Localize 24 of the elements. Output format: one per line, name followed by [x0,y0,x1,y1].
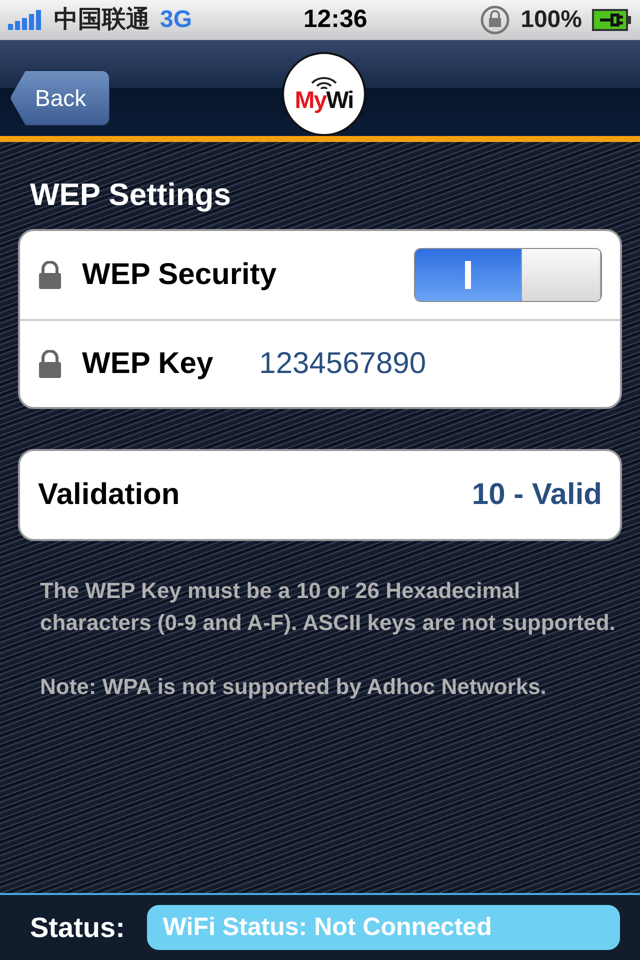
rotation-lock-icon [478,4,511,36]
carrier-name: 中国联通 [54,5,150,35]
wifi-waves-icon [309,75,339,89]
note-text: Note: WPA is not supported by Adhoc Networks. [40,672,548,701]
network-type: 3G [160,5,192,35]
battery-charging-icon [592,9,632,31]
setting-label: WEP Security [82,257,277,293]
validation-value: 10 - Valid [472,477,602,513]
note-text: The WEP Key must be a 10 or 26 Hexadecimal characters (0-9 and A-F). ASCII keys are not supported. [40,576,616,637]
on-mark-icon [465,260,471,288]
battery-percent: 100% [520,5,582,35]
lock-icon [38,350,62,378]
lock-icon [38,260,62,288]
setting-value: 1234567890 [259,346,426,382]
toggle-switch[interactable] [414,248,602,302]
logo-text: MyWi [294,89,354,113]
setting-label: WEP Key [82,346,214,382]
validation-label: Validation [38,477,180,513]
clock-time: 12:36 [302,4,368,36]
status-label: Status: [30,910,125,944]
status-pill: WiFi Status: Not Connected [146,904,620,950]
back-button[interactable]: Back [10,70,110,126]
section-title: WEP Settings [30,176,232,214]
signal-icon [8,10,44,30]
